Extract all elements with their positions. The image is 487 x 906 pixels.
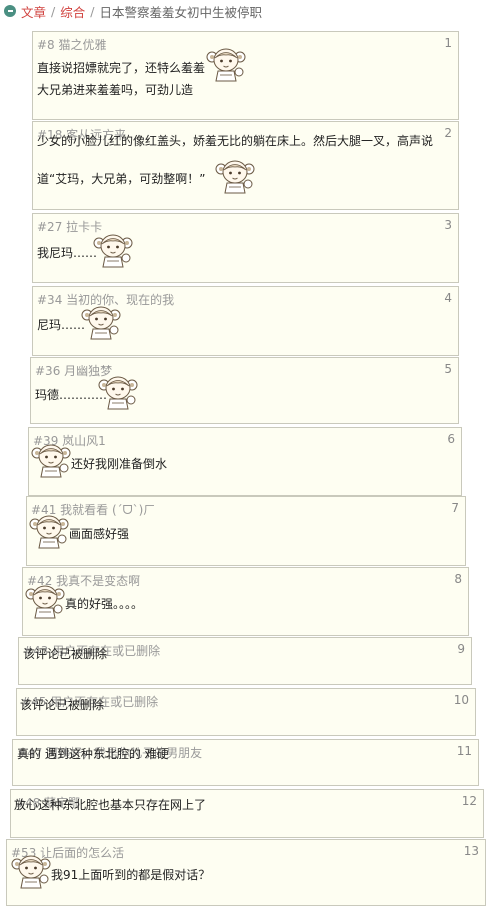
breadcrumb: 文章 / 综合 / 日本警察羞羞女初中生被停职 (0, 0, 487, 22)
comment-text: 放心这种东北腔也基本只存在网上了 (14, 798, 207, 812)
floor-number: 2 (444, 126, 452, 140)
floor-number: 4 (444, 291, 452, 305)
breadcrumb-separator: / (90, 3, 95, 19)
comment-floor-13: #53 让后面的怎么活 13 我91上面听到的都是假对话？ (6, 839, 486, 906)
comment-text: 该评论已被删除 (20, 698, 105, 712)
comment-floor-7: #41 我就看看 (ˊᗜˋ)ㄏ 7 画面感好强 (26, 496, 466, 566)
anime-girl-emoticon (81, 304, 121, 342)
floor-number: 12 (461, 794, 477, 808)
floor-number: 7 (451, 501, 459, 515)
comment-text: 尼玛…… (37, 318, 86, 332)
breadcrumb-link-general[interactable]: 综合 (60, 2, 85, 21)
anime-girl-emoticon (93, 232, 133, 270)
floor-number: 11 (456, 744, 472, 758)
floor-number: 5 (444, 362, 452, 376)
comment-text: 道“艾玛，大兄弟，可劲整啊！” (37, 172, 206, 186)
anime-girl-emoticon (215, 158, 255, 196)
comment-text: 直接说招嫖就完了，还特么羞羞 (37, 61, 206, 75)
comment-floor-5: #36 月幽独梦 5 玛德………… (30, 357, 459, 424)
anime-girl-emoticon (25, 583, 65, 621)
comment-text: 大兄弟进来羞羞吗，可劲儿造 (37, 83, 194, 97)
anime-girl-emoticon (206, 46, 246, 84)
comment-text: 还好我刚准备倒水 (71, 457, 168, 471)
comment-text: 真的 遇到这种东北腔的 难硬 (17, 747, 169, 761)
comment-text: 真的好强。。。。 (65, 597, 144, 611)
comment-floor-6: #39 岚山风1 6 还好我刚准备倒水 (28, 427, 462, 496)
comment-floor-11: #47 阿姨好，我是你儿子的男朋友 11 真的 遇到这种东北腔的 难硬 (12, 739, 479, 786)
breadcrumb-separator: / (51, 3, 56, 19)
comment-username[interactable]: #8 猫之优雅 (37, 36, 107, 53)
floor-number: 3 (444, 218, 452, 232)
comment-floor-12: #48 薛定鄂 12 放心这种东北腔也基本只存在网上了 (10, 789, 484, 838)
breadcrumb-link-articles[interactable]: 文章 (21, 2, 46, 21)
comment-floor-2: #18 客从远方来 2 少女的小脸儿红的像红盖头，娇羞无比的躺在床上。然后大腿一叉，… (32, 121, 459, 210)
comment-floor-8: #42 我真不是变态啊 8 真的好强。。。。 (22, 567, 469, 636)
comment-floor-4: #34 当初的你、现在的我 4 尼玛…… (32, 286, 459, 356)
anime-girl-emoticon (98, 374, 138, 412)
floor-number: 13 (463, 844, 479, 858)
breadcrumb-current-title: 日本警察羞羞女初中生被停职 (99, 4, 262, 20)
comment-text: 画面感好强 (69, 527, 130, 541)
comment-floor-3: #27 拉卡卡 3 我尼玛…… (32, 213, 459, 283)
comment-text: 我尼玛…… (37, 246, 98, 260)
comment-floor-9: #43 用户不存在或已删除 9 该评论已被删除 (18, 637, 472, 685)
floor-number: 6 (447, 432, 455, 446)
floor-number: 1 (444, 36, 452, 50)
floor-number: 10 (453, 693, 469, 707)
anime-girl-emoticon (31, 442, 71, 480)
floor-number: 8 (454, 572, 462, 586)
comment-floor-10: #45 用户不存在或已删除 10 该评论已被删除 (16, 688, 476, 736)
home-icon[interactable] (4, 5, 16, 17)
floor-number: 9 (457, 642, 465, 656)
comment-text: 少女的小脸儿红的像红盖头，娇羞无比的躺在床上。然后大腿一叉，高声说 (37, 134, 434, 148)
comment-text: 我91上面听到的都是假对话？ (51, 868, 211, 882)
comment-floor-1: #8 猫之优雅 1 直接说招嫖就完了，还特么羞羞 大兄弟进来羞羞吗，可劲儿造 (32, 31, 459, 120)
anime-girl-emoticon (11, 853, 51, 891)
comment-text: 玛德………… (35, 388, 108, 402)
anime-girl-emoticon (29, 513, 69, 551)
comment-text: 该评论已被删除 (23, 647, 108, 661)
